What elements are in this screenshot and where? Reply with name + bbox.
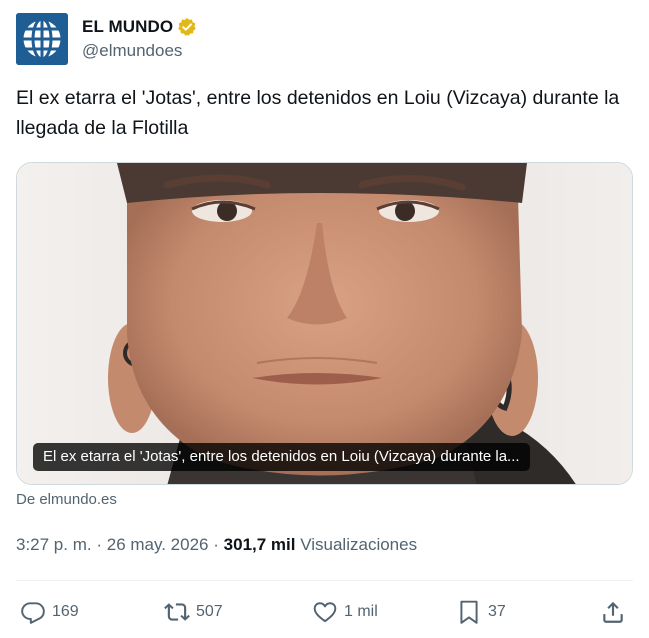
tweet-meta: 3:27 p. m. · 26 may. 2026 · 301,7 mil Vi… — [16, 535, 417, 555]
name-row: EL MUNDO — [82, 17, 197, 37]
share-button[interactable] — [600, 592, 632, 632]
tweet-time[interactable]: 3:27 p. m. — [16, 535, 92, 554]
account-handle[interactable]: @elmundoes — [82, 41, 182, 61]
share-icon — [603, 601, 623, 623]
tweet-text: El ex etarra el 'Jotas', entre los deten… — [16, 87, 620, 139]
verified-badge-icon — [178, 17, 196, 36]
like-button[interactable]: 1 mil — [312, 592, 378, 632]
like-icon — [313, 602, 337, 623]
views-label: Visualizaciones — [300, 535, 418, 554]
avatar[interactable] — [16, 13, 68, 65]
reply-icon — [21, 602, 45, 624]
views-count: 301,7 mil — [223, 535, 296, 554]
card-title[interactable]: El ex etarra el 'Jotas', entre los deten… — [33, 443, 530, 471]
repost-button[interactable]: 507 — [164, 592, 223, 632]
like-count: 1 mil — [344, 603, 378, 620]
repost-icon — [164, 603, 190, 621]
reply-count: 169 — [52, 603, 79, 620]
action-bar: 169 507 1 mil 37 — [16, 592, 633, 632]
meta-separator: · — [213, 535, 219, 554]
link-card[interactable]: El ex etarra el 'Jotas', entre los deten… — [16, 162, 633, 485]
meta-separator: · — [96, 535, 103, 554]
bookmark-icon — [460, 600, 478, 624]
tweet-header: EL MUNDO @elmundoes — [16, 11, 633, 65]
el-mundo-logo-icon — [16, 13, 68, 65]
repost-count: 507 — [196, 603, 223, 620]
account-name[interactable]: EL MUNDO — [82, 17, 173, 37]
bookmark-count: 37 — [488, 603, 506, 620]
article-photo — [17, 163, 632, 484]
divider — [16, 580, 633, 581]
reply-button[interactable]: 169 — [20, 592, 79, 632]
card-source-link[interactable]: De elmundo.es — [16, 491, 117, 508]
bookmark-button[interactable]: 37 — [456, 592, 506, 632]
tweet-date[interactable]: 26 may. 2026 — [107, 535, 209, 554]
